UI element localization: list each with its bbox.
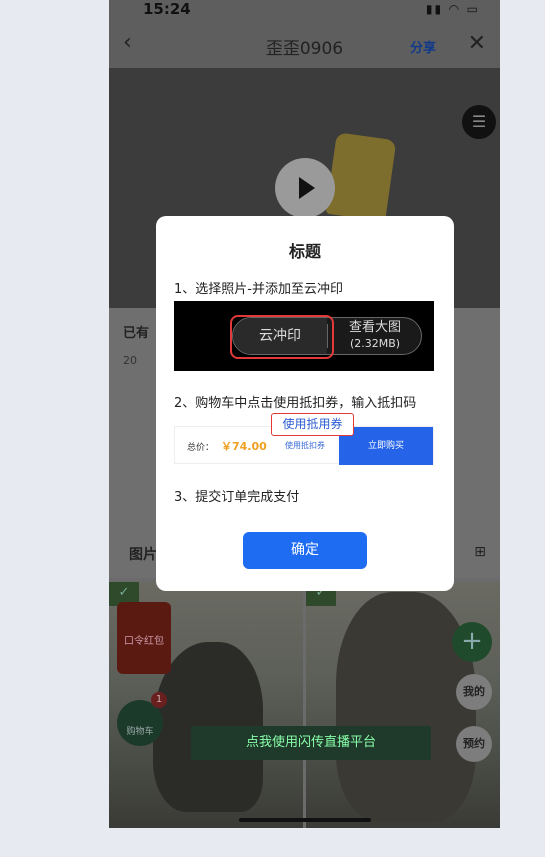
close-icon[interactable]: ✕ <box>468 31 486 56</box>
live-platform-banner[interactable]: 点我使用闪传直播平台 <box>191 726 431 760</box>
step-1-illustration: 云冲印 查看大图 (2.32MB) <box>174 301 434 371</box>
demo-view-large-button: 查看大图 (2.32MB) <box>329 320 421 352</box>
page-title: 歪歪0906 <box>265 39 344 59</box>
status-time: 15:24 <box>143 0 191 18</box>
gallery-tab[interactable]: 图片 <box>129 544 157 564</box>
confirm-button[interactable]: 确定 <box>243 532 367 569</box>
info-heading: 已有 <box>123 326 150 341</box>
mine-button[interactable]: 我的 <box>456 674 492 710</box>
cart-label: 购物车 <box>126 727 154 737</box>
view-large-label: 查看大图 <box>348 320 401 335</box>
dialog-title: 标题 <box>288 242 321 261</box>
total-value: ￥74.00 <box>221 440 267 453</box>
date-line: 20 <box>123 354 137 367</box>
photo-grid: ✓ ✓ 口令红包 购物车 1 + 我的 预约 点我使用闪传直播平台 <box>109 582 500 828</box>
step-1-text: 1、选择照片-并添加至云冲印 <box>174 282 343 297</box>
menu-icon[interactable]: ☰ <box>462 105 496 139</box>
demo-coupon-link: 使用抵扣券 <box>285 441 325 450</box>
step-2-text: 2、购物车中点击使用抵扣券，输入抵扣码 <box>174 396 417 411</box>
dog-image <box>336 592 476 822</box>
cart-badge: 1 <box>151 692 167 708</box>
book-button[interactable]: 预约 <box>456 726 492 762</box>
share-button[interactable]: 分享 <box>410 37 436 56</box>
step-3-text: 3、提交订单完成支付 <box>174 490 300 505</box>
add-icon[interactable]: + <box>452 622 492 662</box>
coupon-callout: 使用抵用券 <box>271 413 354 436</box>
nav-bar: ‹ 歪歪0906 分享 ✕ <box>109 22 500 68</box>
red-envelope-button[interactable]: 口令红包 <box>117 602 171 674</box>
highlight-box <box>230 315 334 359</box>
file-size: (2.32MB) <box>349 337 401 350</box>
home-indicator <box>239 818 371 822</box>
grid-view-icon[interactable]: ⊞ <box>474 544 486 560</box>
red-envelope-label: 口令红包 <box>124 636 164 647</box>
video-thumbnail-mascot <box>325 132 397 222</box>
status-bar: 15:24 ▮▮ ◠ ▭ <box>109 0 500 22</box>
play-icon[interactable] <box>275 158 335 218</box>
total-label: 总价： <box>187 443 215 453</box>
signal-wifi-battery-icons: ▮▮ ◠ ▭ <box>425 2 480 16</box>
instruction-dialog: 标题 1、选择照片-并添加至云冲印 云冲印 查看大图 (2.32MB) 2、购物… <box>156 216 454 591</box>
